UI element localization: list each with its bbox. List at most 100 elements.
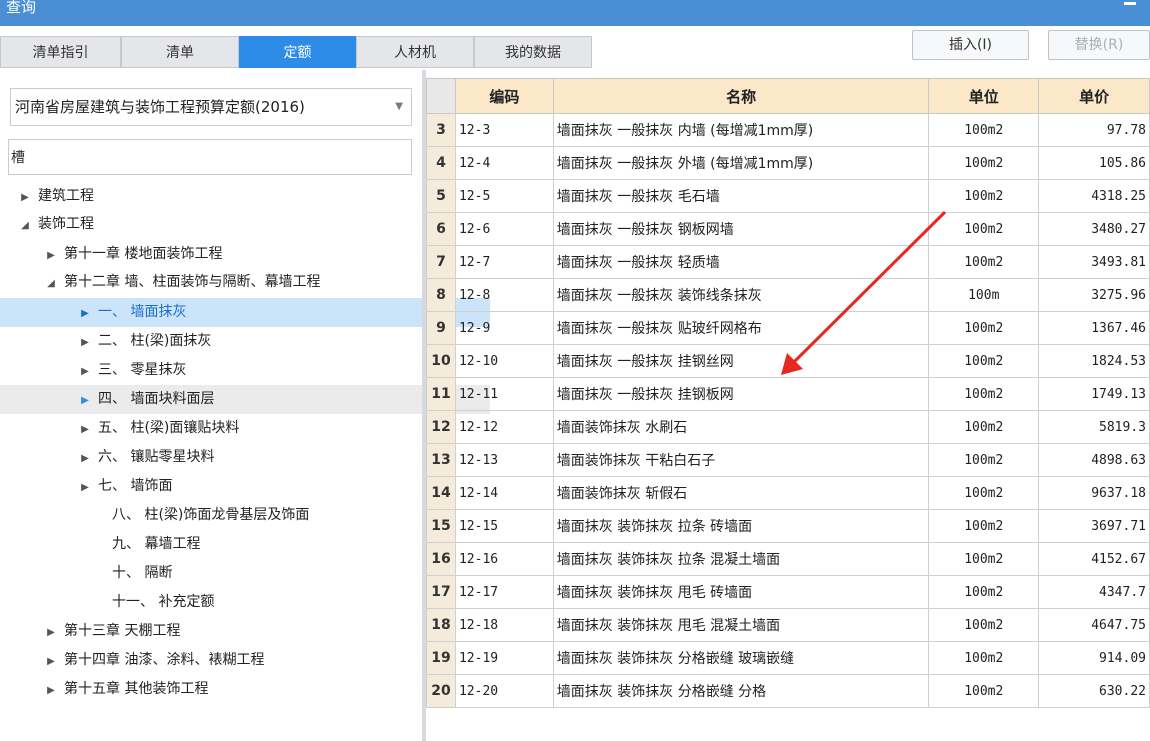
tree-node[interactable]: ▶ 一、 墙面抹灰 [0,298,490,327]
tree-node[interactable]: ▶ 第十五章 其他装饰工程 [0,675,456,704]
quota-selector[interactable]: 河南省房屋建筑与装饰工程预算定额(2016) ▼ [10,88,412,126]
row-number: 12 [426,410,456,444]
table-row[interactable]: 14 12-14 墙面装饰抹灰 斩假石 100m2 9637.18 [426,476,1150,510]
row-number: 8 [426,278,456,312]
tree-node[interactable]: ▶ 二、 柱(梁)面抹灰 [0,327,490,356]
row-number: 3 [426,113,456,147]
table-row[interactable]: 5 12-5 墙面抹灰 一般抹灰 毛石墙 100m2 4318.25 [426,179,1150,213]
cell-unit: 100m2 [928,245,1040,279]
tree-node-label: 建筑工程 [38,188,94,204]
table-row[interactable]: 15 12-15 墙面抹灰 装饰抹灰 拉条 砖墙面 100m2 3697.71 [426,509,1150,543]
column-header-unit[interactable]: 单位 [928,78,1040,114]
table-row[interactable]: 20 12-20 墙面抹灰 装饰抹灰 分格嵌缝 分格 100m2 630.22 [426,674,1150,708]
row-number: 16 [426,542,456,576]
tree-node[interactable]: ▶ 六、 镶贴零星块料 [0,443,490,472]
search-input[interactable] [8,139,412,175]
cell-unit: 100m2 [928,641,1040,675]
cell-code: 12-16 [454,542,554,576]
chevron-down-icon[interactable]: ▼ [395,89,403,125]
column-header-code[interactable]: 编码 [454,78,554,114]
table-row[interactable]: 19 12-19 墙面抹灰 装饰抹灰 分格嵌缝 玻璃嵌缝 100m2 914.09 [426,641,1150,675]
table-row[interactable]: 11 12-11 墙面抹灰 一般抹灰 挂钢板网 100m2 1749.13 [426,377,1150,411]
tree-node[interactable]: ▶ 四、 墙面块料面层 [0,385,490,414]
expander-icon[interactable]: ▶ [44,676,58,705]
tree-node[interactable]: ▶ 五、 柱(梁)面镶贴块料 [0,414,490,443]
row-number: 17 [426,575,456,609]
cell-name: 墙面抹灰 装饰抹灰 甩毛 混凝土墙面 [552,608,930,642]
cell-name: 墙面抹灰 装饰抹灰 分格嵌缝 分格 [552,674,930,708]
expander-icon[interactable]: ▶ [78,357,92,386]
table-row[interactable]: 12 12-12 墙面装饰抹灰 水刷石 100m2 5819.3 [426,410,1150,444]
cell-unit: 100m2 [928,476,1040,510]
expander-icon[interactable]: ▶ [78,415,92,444]
table-row[interactable]: 18 12-18 墙面抹灰 装饰抹灰 甩毛 混凝土墙面 100m2 4647.75 [426,608,1150,642]
expander-icon[interactable]: ▶ [78,444,92,473]
table-row[interactable]: 17 12-17 墙面抹灰 装饰抹灰 甩毛 砖墙面 100m2 4347.7 [426,575,1150,609]
table-header: 编码 名称 单位 单价 [426,78,1150,114]
expander-icon[interactable]: ▶ [44,241,58,270]
cell-unit: 100m2 [928,146,1040,180]
tab-labor-material[interactable]: 人材机 [356,36,474,68]
tab-bill-guide[interactable]: 清单指引 [0,36,121,68]
column-header-name[interactable]: 名称 [552,78,930,114]
tab-bill[interactable]: 清单 [121,36,239,68]
expander-icon[interactable]: ◢ [18,211,32,240]
tree-node[interactable]: ◢ 装饰工程 [0,210,430,239]
tree-node[interactable]: ▶ 第十一章 楼地面装饰工程 [0,240,456,269]
cell-code: 12-12 [454,410,554,444]
cell-price: 630.22 [1038,674,1150,708]
window-title: 查询 [6,0,37,16]
minimize-icon[interactable] [1124,2,1136,5]
cell-unit: 100m2 [928,410,1040,444]
expander-icon[interactable]: ▶ [44,647,58,676]
cell-price: 3275.96 [1038,278,1150,312]
cell-unit: 100m [928,278,1040,312]
expander-icon[interactable]: ▶ [78,328,92,357]
table-row[interactable]: 4 12-4 墙面抹灰 一般抹灰 外墙 (每增减1mm厚) 100m2 105.86 [426,146,1150,180]
tree-node[interactable]: ▶ 第十三章 天棚工程 [0,617,456,646]
cell-unit: 100m2 [928,344,1040,378]
table-row[interactable]: 9 12-9 墙面抹灰 一般抹灰 贴玻纤网格布 100m2 1367.46 [426,311,1150,345]
expander-icon[interactable]: ▶ [78,473,92,502]
cell-price: 3480.27 [1038,212,1150,246]
cell-unit: 100m2 [928,509,1040,543]
tab-my-data[interactable]: 我的数据 [474,36,592,68]
table-row[interactable]: 10 12-10 墙面抹灰 一般抹灰 挂钢丝网 100m2 1824.53 [426,344,1150,378]
table-row[interactable]: 6 12-6 墙面抹灰 一般抹灰 钢板网墙 100m2 3480.27 [426,212,1150,246]
cell-price: 4347.7 [1038,575,1150,609]
tree-node[interactable]: ▶ 七、 墙饰面 [0,472,490,501]
tree-node-label: 第十四章 油漆、涂料、裱糊工程 [64,652,265,668]
quota-selector-value: 河南省房屋建筑与装饰工程预算定额(2016) [15,98,305,116]
cell-unit: 100m2 [928,179,1040,213]
cell-name: 墙面抹灰 一般抹灰 贴玻纤网格布 [552,311,930,345]
tab-quota[interactable]: 定额 [239,36,356,68]
cell-price: 5819.3 [1038,410,1150,444]
expander-icon[interactable]: ▶ [44,618,58,647]
cell-price: 9637.18 [1038,476,1150,510]
insert-button[interactable]: 插入(I) [912,30,1029,60]
tree-node[interactable]: ▶ 建筑工程 [0,182,430,211]
cell-unit: 100m2 [928,674,1040,708]
cell-code: 12-6 [454,212,554,246]
cell-code: 12-5 [454,179,554,213]
tree-node[interactable]: ◢ 第十二章 墙、柱面装饰与隔断、幕墙工程 [0,268,456,297]
cell-name: 墙面抹灰 一般抹灰 装饰线条抹灰 [552,278,930,312]
expander-icon[interactable]: ▶ [18,183,32,212]
expander-icon[interactable]: ▶ [78,299,92,328]
table-row[interactable]: 7 12-7 墙面抹灰 一般抹灰 轻质墙 100m2 3493.81 [426,245,1150,279]
replace-button[interactable]: 替换(R) [1048,30,1150,60]
column-header-price[interactable]: 单价 [1038,78,1150,114]
row-number-header [426,78,456,114]
tree-node[interactable]: ▶ 三、 零星抹灰 [0,356,490,385]
table-row[interactable]: 13 12-13 墙面装饰抹灰 干粘白石子 100m2 4898.63 [426,443,1150,477]
expander-icon[interactable]: ▶ [78,386,92,415]
row-number: 13 [426,443,456,477]
expander-icon[interactable]: ◢ [44,269,58,298]
table-row[interactable]: 8 12-8 墙面抹灰 一般抹灰 装饰线条抹灰 100m 3275.96 [426,278,1150,312]
tree-node[interactable]: ▶ 第十四章 油漆、涂料、裱糊工程 [0,646,456,675]
cell-unit: 100m2 [928,113,1040,147]
table-row[interactable]: 16 12-16 墙面抹灰 装饰抹灰 拉条 混凝土墙面 100m2 4152.67 [426,542,1150,576]
cell-name: 墙面装饰抹灰 干粘白石子 [552,443,930,477]
table-row[interactable]: 3 12-3 墙面抹灰 一般抹灰 内墙 (每增减1mm厚) 100m2 97.78 [426,113,1150,147]
tree-node-label: 三、 零星抹灰 [98,362,187,378]
